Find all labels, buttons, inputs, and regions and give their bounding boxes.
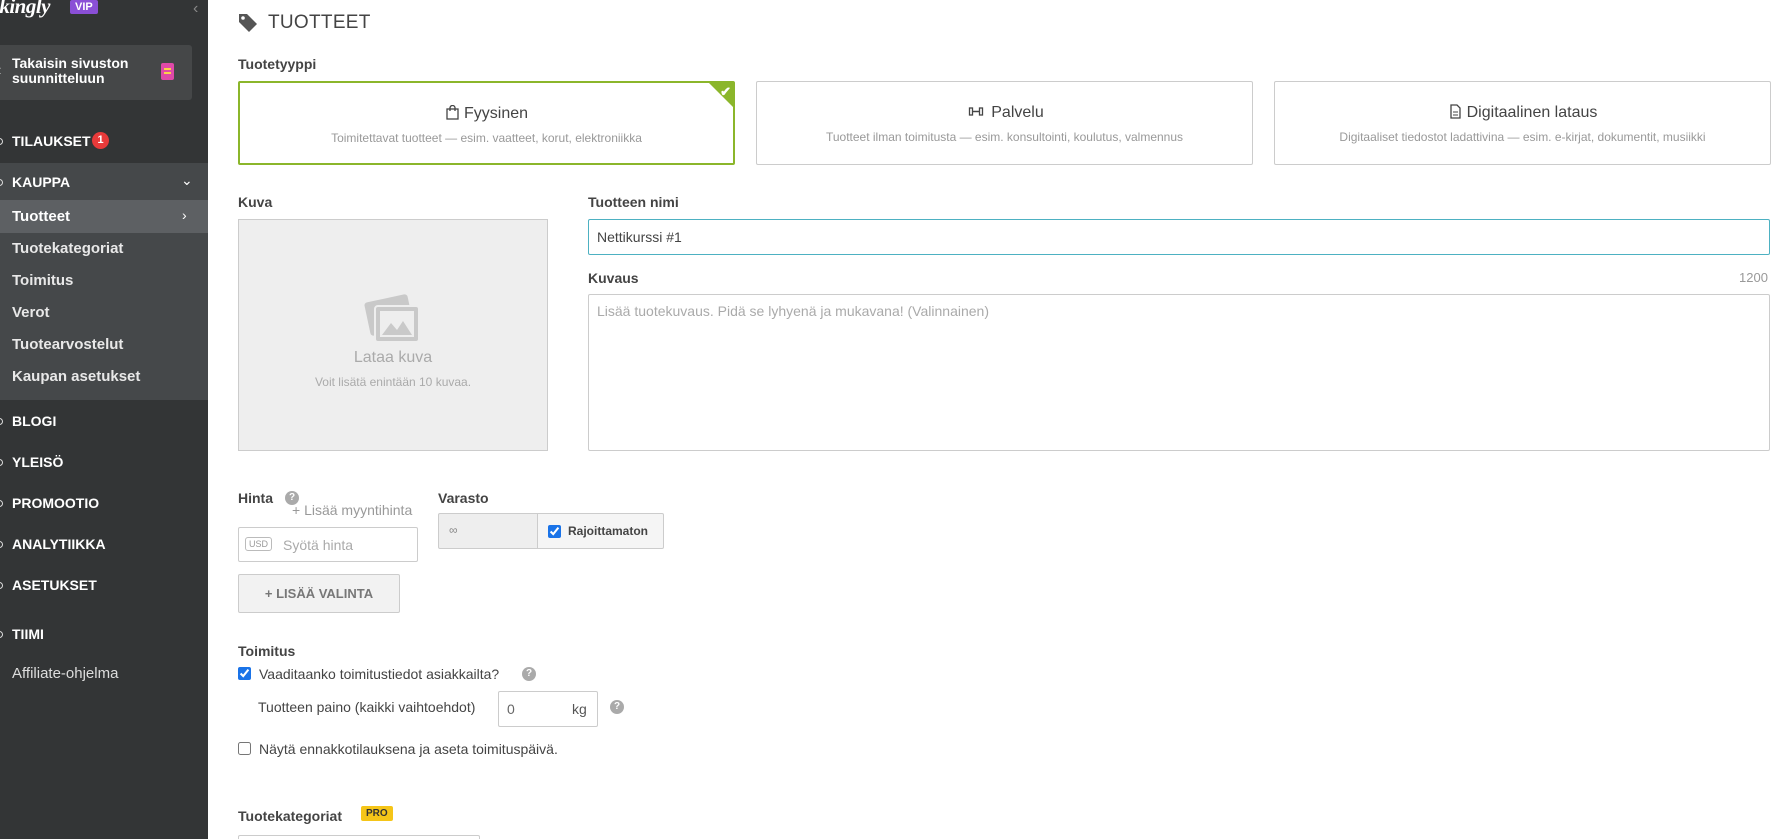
sub-item-reviews[interactable]: Tuotearvostelut [12, 336, 123, 353]
nav-audience-label: YLEISÖ [12, 454, 64, 470]
preorder-checkbox[interactable] [238, 742, 251, 755]
unlimited-checkbox[interactable] [548, 525, 561, 538]
weight-input[interactable] [499, 692, 569, 726]
back-to-editor-label: Takaisin sivuston suunnitteluun [12, 55, 129, 86]
upload-title: Lataa kuva [353, 349, 433, 366]
weight-help-icon[interactable]: ? [610, 700, 624, 714]
add-sale-price-link[interactable]: + Lisää myyntihinta [292, 502, 412, 518]
audience-icon [0, 459, 3, 466]
shipping-help-icon[interactable]: ? [522, 667, 536, 681]
nav-shop[interactable]: KAUPPA ⌄ [0, 163, 208, 200]
shipping-label: Toimitus [238, 643, 296, 659]
sub-item-products[interactable]: Tuotteet › [0, 200, 208, 233]
preorder-label: Näytä ennakkotilauksena ja aseta toimitu… [259, 741, 558, 757]
team-icon [0, 631, 3, 638]
require-shipping-label: Vaaditaanko toimitustiedot asiakkailta? [259, 666, 500, 682]
price-field: USD [238, 527, 418, 562]
weight-unit: kg [572, 701, 587, 717]
vip-badge: VIP [70, 0, 98, 14]
shop-submenu: Tuotteet › Tuotekategoriat Toimitus Vero… [0, 200, 208, 400]
image-label: Kuva [238, 194, 273, 210]
categories-label: Tuotekategoriat [238, 808, 342, 824]
type-physical-title: Fyysinen [463, 105, 529, 122]
nav-blog-label: BLOGI [12, 413, 57, 429]
type-card-digital[interactable]: Digitaalinen lataus Digitaaliset tiedost… [1274, 81, 1771, 165]
logo: ikingly [0, 0, 51, 18]
type-card-physical[interactable]: Fyysinen Toimitettavat tuotteet — esim. … [238, 81, 735, 165]
upload-hint: Voit lisätä enintään 10 kuvaa. [314, 375, 472, 389]
image-icon [364, 294, 420, 343]
type-physical-desc: Toimitettavat tuotteet — esim. vaatteet,… [331, 131, 642, 145]
back-to-editor-button[interactable]: ‹ Takaisin sivuston suunnitteluun [0, 45, 192, 100]
chevron-right-icon: › [182, 207, 187, 223]
stock-label: Varasto [438, 490, 489, 506]
add-variant-button[interactable]: + LISÄÄ VALINTA [238, 574, 400, 613]
type-service-title: Palvelu [991, 104, 1044, 121]
sub-item-taxes[interactable]: Verot [12, 304, 50, 321]
file-icon [1449, 104, 1461, 119]
tag-icon [239, 14, 257, 32]
product-type-label: Tuotetyyppi [238, 56, 317, 72]
pro-badge: PRO [361, 806, 393, 821]
orders-icon [0, 138, 3, 145]
orders-count-badge: 1 [92, 132, 109, 149]
price-input[interactable] [283, 528, 413, 561]
promotion-icon [0, 500, 3, 507]
require-shipping-checkbox[interactable] [238, 667, 251, 680]
type-digital-title: Digitaalinen lataus [1466, 104, 1598, 121]
shop-icon [0, 179, 3, 186]
blog-icon [0, 418, 3, 425]
nav-shop-label: KAUPPA [12, 174, 71, 190]
product-name-label: Tuotteen nimi [588, 194, 679, 210]
unlimited-label: Rajoittamaton [568, 524, 649, 538]
description-textarea[interactable] [588, 294, 1770, 451]
sub-item-products-label: Tuotteet [12, 208, 71, 225]
sub-item-shop-settings[interactable]: Kaupan asetukset [12, 368, 140, 385]
image-upload-area[interactable]: Lataa kuva Voit lisätä enintään 10 kuvaa… [238, 219, 548, 451]
nav-orders-label: TILAUKSET [12, 133, 91, 149]
check-icon: ✔ [720, 84, 731, 99]
nav-team-label: TIIMI [12, 626, 44, 642]
analytics-icon [0, 541, 3, 548]
sub-item-shipping[interactable]: Toimitus [12, 272, 73, 289]
collapse-sidebar-icon[interactable]: ‹ [193, 0, 198, 18]
main-content: TUOTTEET Tuotetyyppi Fyysinen Toimitetta… [208, 0, 1781, 839]
description-label: Kuvaus [588, 270, 639, 286]
currency-badge: USD [245, 537, 273, 551]
type-digital-title-row: Digitaalinen lataus [1275, 104, 1770, 122]
type-digital-desc: Digitaaliset tiedostot ladattivina — esi… [1339, 130, 1706, 144]
sub-item-categories[interactable]: Tuotekategoriat [12, 240, 123, 257]
chevron-left-icon: ‹ [0, 62, 1, 80]
price-label: Hinta [238, 490, 273, 506]
chevron-down-icon: ⌄ [181, 172, 193, 188]
stock-input[interactable]: ∞ [438, 513, 538, 549]
type-service-desc: Tuotteet ilman toimitusta — esim. konsul… [825, 130, 1184, 144]
nav-promotion-label: PROMOOTIO [12, 495, 100, 511]
dumbbell-icon [969, 107, 984, 116]
nav-analytics-label: ANALYTIIKKA [12, 536, 106, 552]
page-icon [161, 63, 174, 80]
weight-field: kg [498, 691, 598, 727]
description-char-counter: 1200 [1739, 270, 1768, 285]
type-physical-title-row: Fyysinen [240, 105, 733, 123]
product-name-input[interactable] [588, 219, 1770, 255]
unlimited-stock-toggle: Rajoittamaton [538, 513, 664, 549]
shopping-bag-icon [446, 105, 459, 120]
type-service-title-row: Palvelu [757, 104, 1252, 122]
type-card-service[interactable]: Palvelu Tuotteet ilman toimitusta — esim… [756, 81, 1253, 165]
nav-settings-label: ASETUKSET [12, 577, 97, 593]
sidebar: ikingly VIP ‹ ‹ Takaisin sivuston suunni… [0, 0, 208, 839]
categories-select[interactable] [238, 835, 480, 839]
settings-icon [0, 582, 3, 589]
page-title: TUOTTEET [268, 12, 371, 33]
weight-label: Tuotteen paino (kaikki vaihtoehdot) [258, 699, 476, 715]
nav-affiliate[interactable]: Affiliate-ohjelma [12, 665, 118, 682]
